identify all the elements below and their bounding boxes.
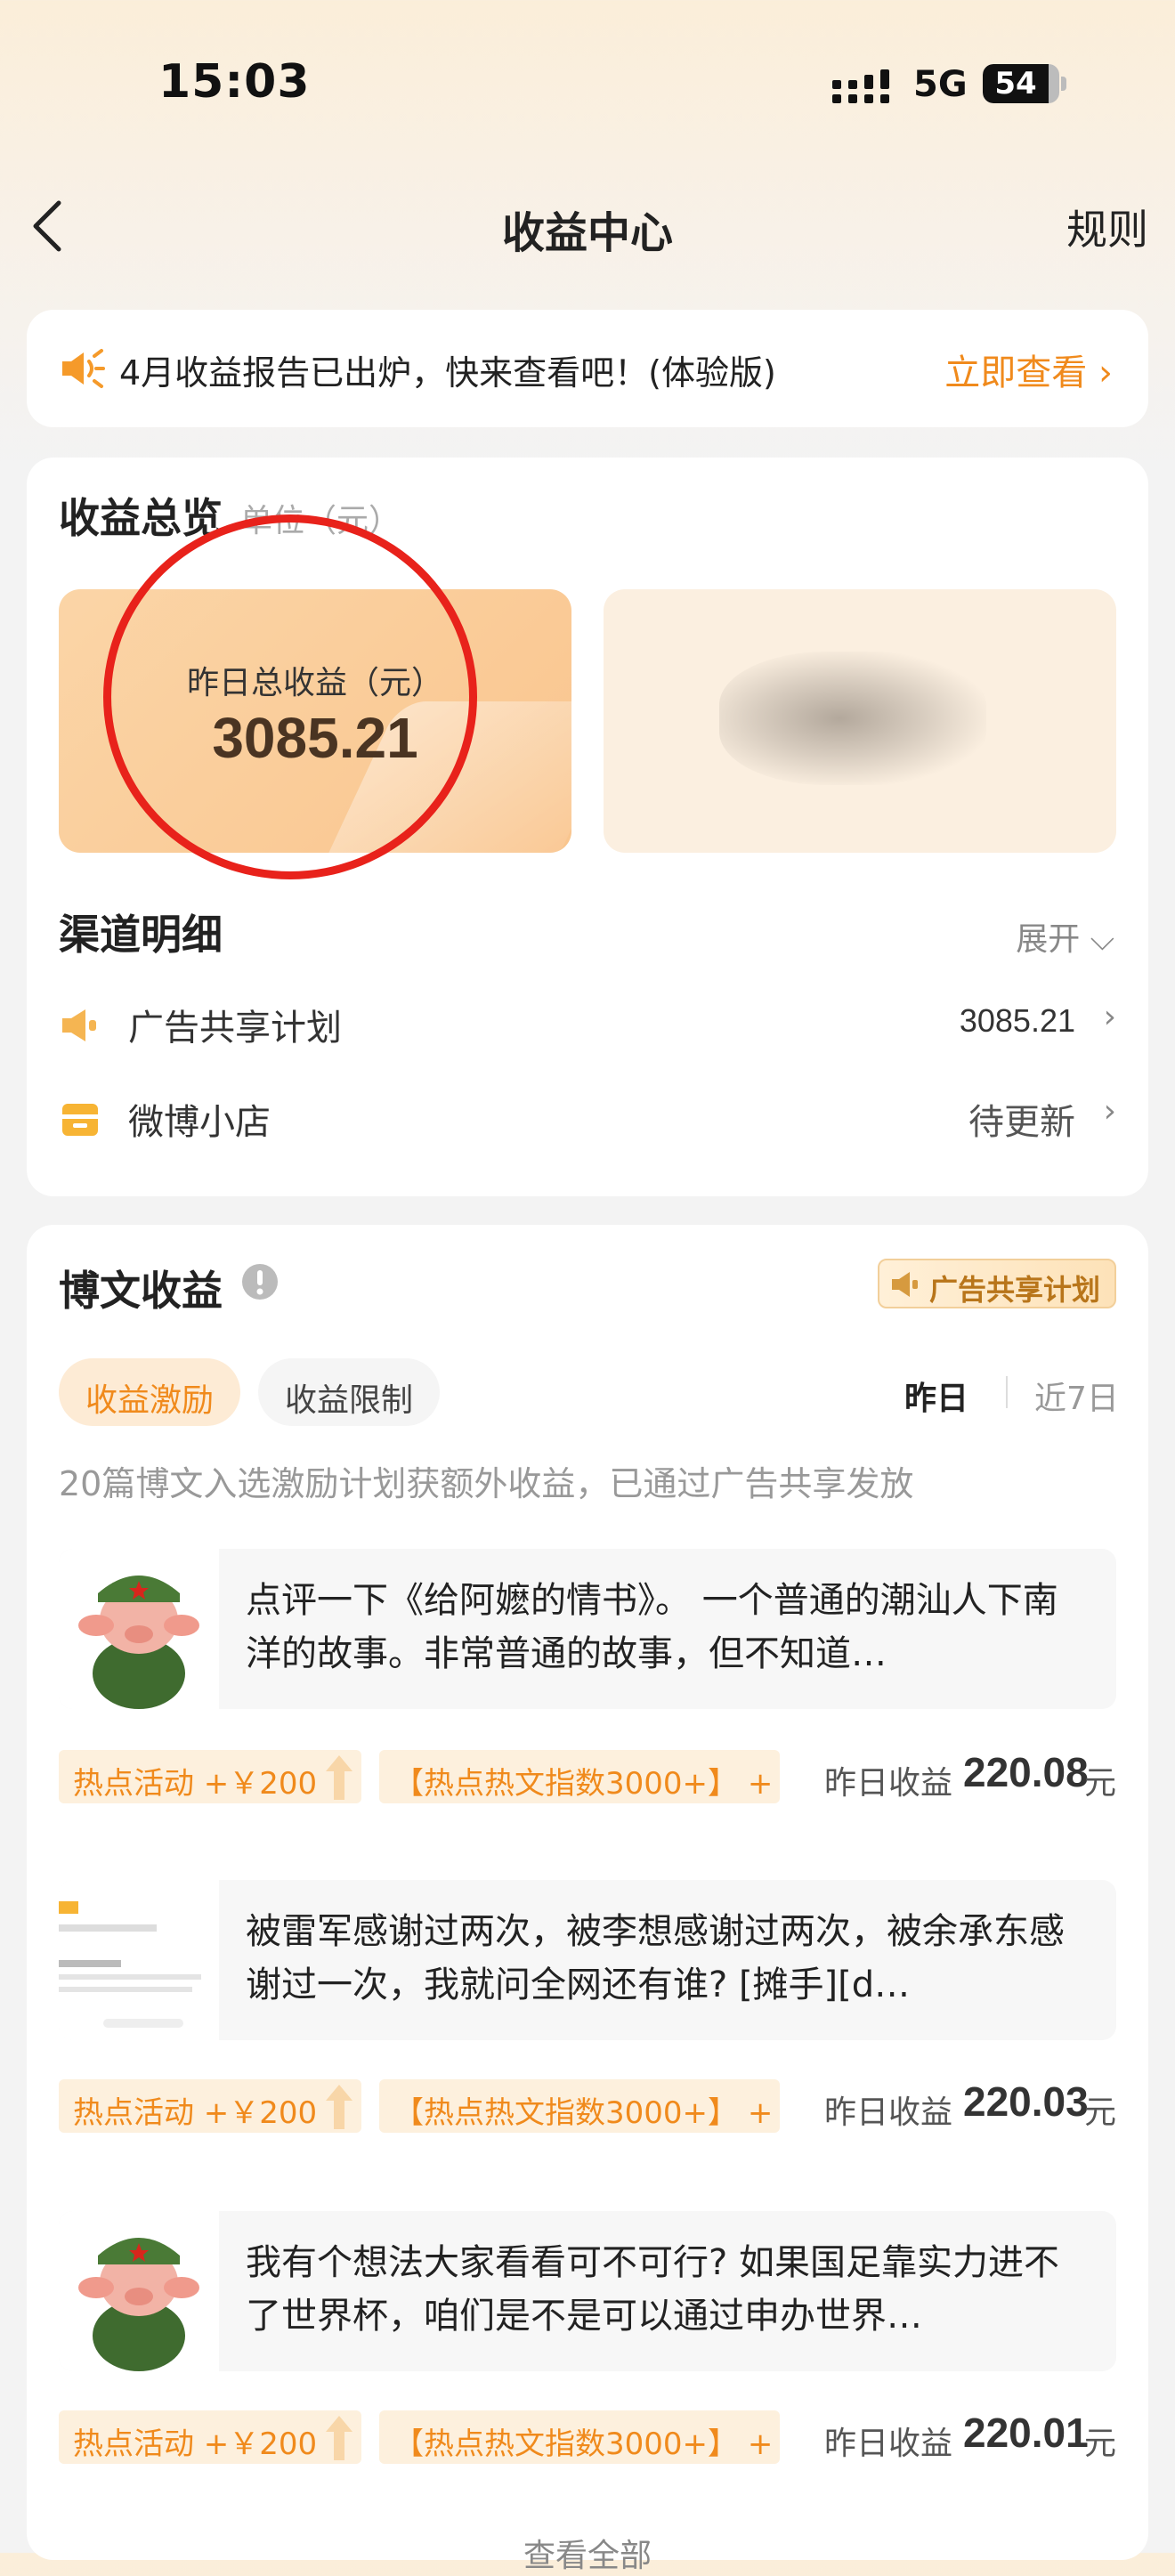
period-divider	[1006, 1376, 1008, 1408]
pig-avatar-icon	[78, 1576, 199, 1709]
tag-label: 热点活动 +￥200	[73, 1766, 318, 1802]
earn-label: 昨日收益	[824, 2426, 953, 2462]
tag-label: 【热点热文指数3000+】 +	[393, 2426, 774, 2462]
post-thumbnail	[59, 1880, 219, 2040]
view-now-link[interactable]: 立即查看 ›	[944, 344, 1113, 395]
tag-label: 热点活动 +￥200	[73, 2095, 318, 2131]
shop-icon	[62, 1104, 98, 1136]
period-7days[interactable]: 近7日	[1034, 1373, 1119, 1419]
earn-unit: 元	[1084, 2426, 1117, 2462]
post-item[interactable]: 被雷军感谢过两次，被李想感谢过两次，被余承东感谢过一次，我就问全网还有谁? [摊…	[59, 1880, 1116, 2040]
expand-toggle[interactable]: 展开 ⌵	[1016, 913, 1114, 960]
earn-value: 220.03	[963, 2078, 1089, 2125]
network-label: 5G	[913, 64, 968, 105]
battery-icon: 54	[983, 64, 1059, 103]
view-now-label: 立即查看	[944, 352, 1088, 393]
tag-hot-index: 【热点热文指数3000+】 +	[379, 2410, 780, 2464]
chevron-right-icon: ›	[1103, 999, 1116, 1035]
view-all-link[interactable]: 查看全部	[0, 2530, 1175, 2576]
posts-title: 博文收益	[59, 1267, 223, 1315]
tag-hot-index: 【热点热文指数3000+】 +	[379, 1750, 780, 1803]
earn-value: 220.08	[963, 1749, 1089, 1795]
tab-label: 收益限制	[284, 1382, 413, 1419]
chevron-down-icon: ⌵	[1090, 921, 1114, 958]
period-yesterday[interactable]: 昨日	[904, 1373, 968, 1419]
tag-label: 【热点热文指数3000+】 +	[393, 2095, 774, 2131]
channel-label: 微博小店	[128, 1102, 271, 1143]
earn-label: 昨日收益	[824, 1765, 953, 1802]
banner-text: 4月收益报告已出炉，快来查看吧！(体验版)	[119, 353, 776, 393]
chevron-right-icon: ›	[1098, 352, 1113, 393]
pig-avatar-icon	[78, 2238, 199, 2371]
earn-value: 220.01	[963, 2410, 1089, 2456]
report-banner[interactable]: 4月收益报告已出炉，快来查看吧！(体验版) 立即查看 ›	[27, 310, 1148, 427]
post-thumbnail	[59, 2211, 219, 2371]
badge-label: 广告共享计划	[929, 1273, 1101, 1307]
channel-value: 待更新	[968, 1102, 1075, 1143]
expand-label: 展开	[1016, 921, 1081, 958]
channel-row-shop[interactable]: 微博小店 待更新 ›	[59, 1093, 1116, 1146]
channel-label: 广告共享计划	[128, 1008, 342, 1049]
speaker-icon	[62, 349, 105, 388]
tag-label: 热点活动 +￥200	[73, 2426, 318, 2462]
channels-title: 渠道明细	[59, 911, 223, 959]
screenshot-thumb-icon	[59, 1880, 219, 2040]
post-text: 我有个想法大家看看可不可行? 如果国足靠实力进不了世界杯，咱们是不是可以通过申办…	[246, 2242, 1059, 2337]
arrow-up-icon	[326, 2416, 352, 2460]
info-icon[interactable]	[240, 1262, 280, 1301]
channel-row-ad-share[interactable]: 广告共享计划 3085.21 ›	[59, 999, 1116, 1052]
tag-label: 【热点热文指数3000+】 +	[393, 1766, 774, 1802]
arrow-up-icon	[326, 1755, 352, 1800]
ad-share-badge: 广告共享计划	[878, 1259, 1116, 1308]
tab-restriction[interactable]: 收益限制	[258, 1358, 440, 1426]
status-time: 15:03	[158, 55, 311, 109]
tag-hot-activity: 热点活动 +￥200	[59, 1750, 361, 1803]
post-text: 被雷军感谢过两次，被李想感谢过两次，被余承东感谢过一次，我就问全网还有谁? [摊…	[246, 1911, 1065, 2005]
overview-title: 收益总览	[59, 494, 223, 542]
tag-hot-activity: 热点活动 +￥200	[59, 2079, 361, 2133]
post-text: 点评一下《给阿嬷的情书》。 一个普通的潮汕人下南洋的故事。非常普通的故事，但不知…	[246, 1580, 1058, 1674]
tag-hot-activity: 热点活动 +￥200	[59, 2410, 361, 2464]
rules-link[interactable]: 规则	[1066, 198, 1148, 256]
earn-label: 昨日收益	[824, 2094, 953, 2131]
redaction-smudge	[719, 652, 986, 785]
page-title: 收益中心	[501, 208, 673, 258]
battery-tip	[1061, 77, 1066, 91]
signal-icon	[832, 69, 889, 103]
annotation-circle	[103, 514, 477, 879]
tag-hot-index: 【热点热文指数3000+】 +	[379, 2079, 780, 2133]
earn-unit: 元	[1084, 2094, 1117, 2131]
post-item[interactable]: 我有个想法大家看看可不可行? 如果国足靠实力进不了世界杯，咱们是不是可以通过申办…	[59, 2211, 1116, 2371]
incentive-note: 20篇博文入选激励计划获额外收益，已通过广告共享发放	[59, 1464, 914, 1503]
battery-level: 54	[994, 66, 1037, 101]
tab-label: 收益激励	[85, 1382, 214, 1419]
megaphone-icon	[62, 1009, 96, 1041]
post-item[interactable]: 点评一下《给阿嬷的情书》。 一个普通的潮汕人下南洋的故事。非常普通的故事，但不知…	[59, 1549, 1116, 1709]
redacted-tile	[604, 589, 1116, 853]
arrow-up-icon	[326, 2085, 352, 2129]
channel-value: 3085.21	[959, 1002, 1075, 1039]
post-thumbnail	[59, 1549, 219, 1709]
tab-incentive[interactable]: 收益激励	[59, 1358, 240, 1426]
chevron-right-icon: ›	[1103, 1093, 1116, 1130]
earn-unit: 元	[1084, 1765, 1117, 1802]
megaphone-icon	[892, 1272, 918, 1297]
